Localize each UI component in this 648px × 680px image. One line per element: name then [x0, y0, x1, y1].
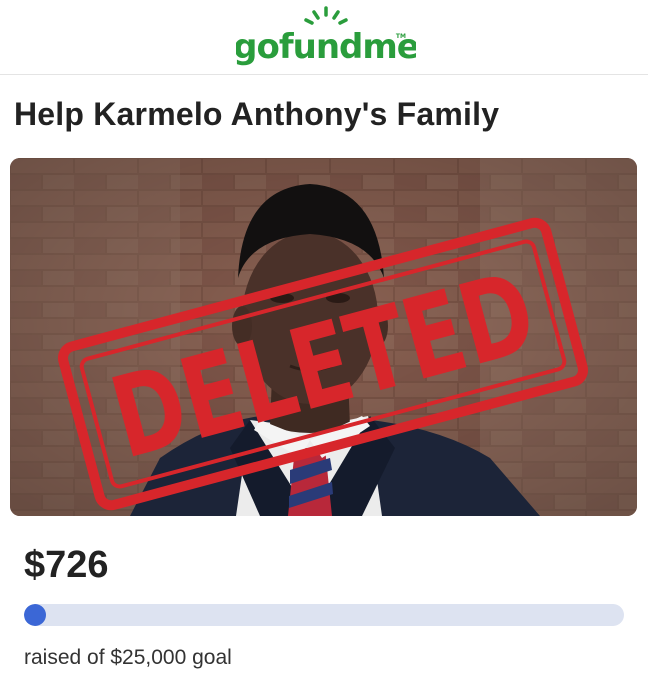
campaign-photo: DELETED — [10, 158, 637, 516]
gofundme-logo-graphic: gofundme TM — [236, 6, 416, 67]
logo-wordmark: gofundme — [236, 27, 416, 67]
goal-text: raised of $25,000 goal — [24, 646, 232, 669]
funding-progress-fill — [24, 604, 46, 626]
campaign-title: Help Karmelo Anthony's Family — [14, 96, 500, 132]
page: gofundme TM Help Karmelo Anthony's Famil… — [0, 0, 648, 680]
amount-raised: $726 — [24, 544, 109, 586]
trademark-mark: TM — [396, 33, 406, 40]
site-header: gofundme TM — [0, 0, 648, 75]
campaign-photo-graphic: DELETED — [10, 158, 637, 516]
funding-progress-bar — [24, 604, 624, 626]
sunburst-icon — [304, 6, 348, 25]
gofundme-logo[interactable]: gofundme TM — [236, 4, 416, 70]
